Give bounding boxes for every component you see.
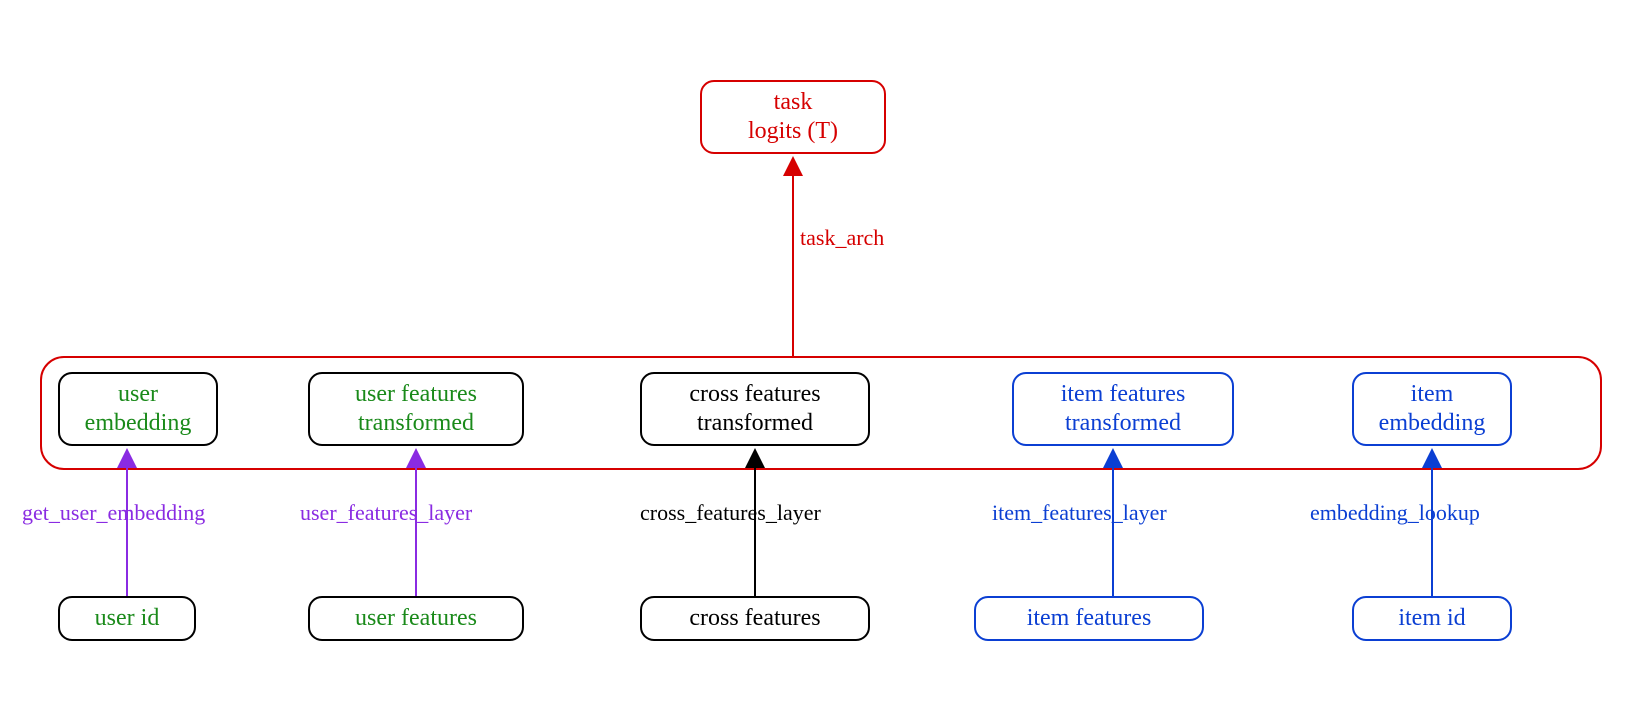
edge-label-item-features-layer: item_features_layer — [992, 500, 1167, 526]
text-line: task — [774, 88, 813, 117]
text-line: user features — [355, 380, 477, 409]
edge-label-embedding-lookup: embedding_lookup — [1310, 500, 1480, 526]
node-item-features: item features — [974, 596, 1204, 641]
text-line: embedding — [85, 409, 192, 438]
text-line: user id — [95, 604, 160, 633]
text-line: embedding — [1379, 409, 1486, 438]
node-item-embedding: item embedding — [1352, 372, 1512, 446]
node-user-features: user features — [308, 596, 524, 641]
text-line: item features — [1027, 604, 1152, 633]
text-line: transformed — [697, 409, 813, 438]
edge-label-cross-features-layer: cross_features_layer — [640, 500, 821, 526]
text-line: logits (T) — [748, 117, 838, 146]
edge-label-get-user-embedding: get_user_embedding — [22, 500, 205, 526]
text-line: item — [1411, 380, 1454, 409]
text-line: user features — [355, 604, 477, 633]
text-line: user — [118, 380, 158, 409]
text-line: item features — [1061, 380, 1186, 409]
node-cross-features: cross features — [640, 596, 870, 641]
node-task-logits: task logits (T) — [700, 80, 886, 154]
text-line: transformed — [358, 409, 474, 438]
text-line: cross features — [689, 380, 820, 409]
node-user-embedding: user embedding — [58, 372, 218, 446]
edge-label-user-features-layer: user_features_layer — [300, 500, 472, 526]
text-line: transformed — [1065, 409, 1181, 438]
text-line: cross features — [689, 604, 820, 633]
node-item-features-transformed: item features transformed — [1012, 372, 1234, 446]
text-line: item id — [1398, 604, 1465, 633]
edge-label-task-arch: task_arch — [800, 225, 884, 251]
node-user-features-transformed: user features transformed — [308, 372, 524, 446]
node-user-id: user id — [58, 596, 196, 641]
node-cross-features-transformed: cross features transformed — [640, 372, 870, 446]
node-item-id: item id — [1352, 596, 1512, 641]
